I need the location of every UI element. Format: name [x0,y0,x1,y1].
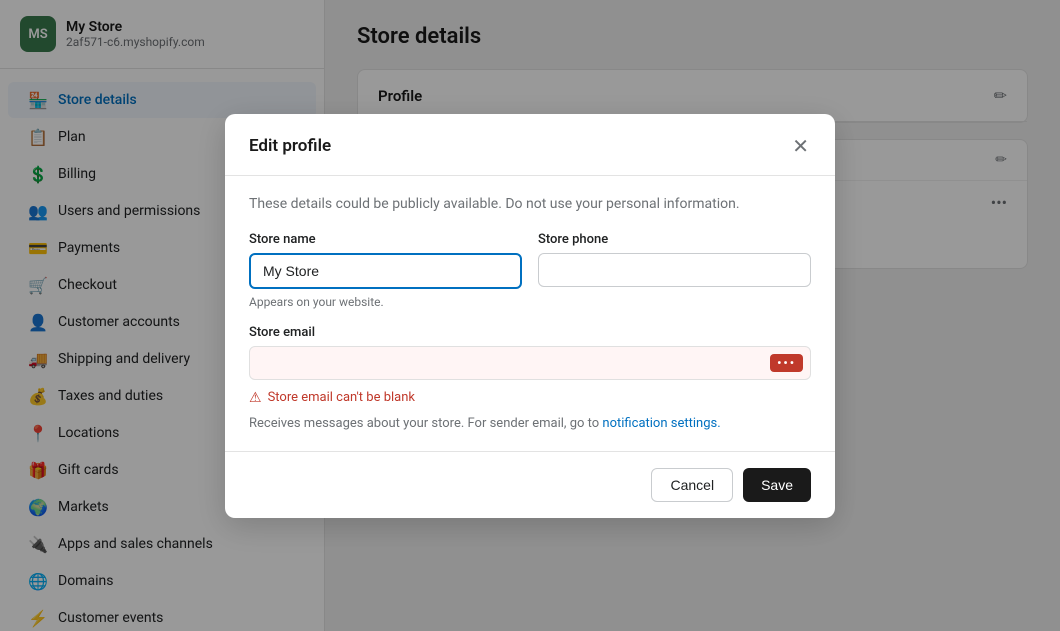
modal-footer: Cancel Save [225,451,835,518]
store-phone-group: Store phone [538,232,811,309]
modal-header: Edit profile ✕ [225,114,835,176]
store-email-error-row: ⚠ Store email can't be blank [249,390,811,406]
store-email-input-wrapper: ••• [249,346,811,380]
edit-profile-modal: Edit profile ✕ These details could be pu… [225,114,835,518]
modal-title: Edit profile [249,136,331,156]
store-email-group: Store email ••• ⚠ Store email can't be b… [249,325,811,431]
store-name-group: Store name Appears on your website. [249,232,522,309]
store-email-input[interactable] [249,346,811,380]
save-button[interactable]: Save [743,468,811,502]
notification-settings-link[interactable]: notification settings. [602,416,720,431]
store-email-dots: ••• [770,354,803,372]
store-phone-input[interactable] [538,253,811,287]
error-icon: ⚠ [249,390,262,406]
store-phone-label: Store phone [538,232,811,247]
modal-body: These details could be publicly availabl… [225,176,835,451]
store-email-error: Store email can't be blank [268,390,415,405]
form-name-phone-row: Store name Appears on your website. Stor… [249,232,811,309]
store-name-label: Store name [249,232,522,247]
store-email-info: Receives messages about your store. For … [249,416,811,431]
store-name-input[interactable] [249,253,522,289]
modal-overlay: Edit profile ✕ These details could be pu… [0,0,1060,631]
modal-info-text: These details could be publicly availabl… [249,196,811,212]
modal-close-button[interactable]: ✕ [790,132,811,161]
store-name-helper: Appears on your website. [249,295,522,309]
cancel-button[interactable]: Cancel [651,468,733,502]
store-email-label: Store email [249,325,811,340]
